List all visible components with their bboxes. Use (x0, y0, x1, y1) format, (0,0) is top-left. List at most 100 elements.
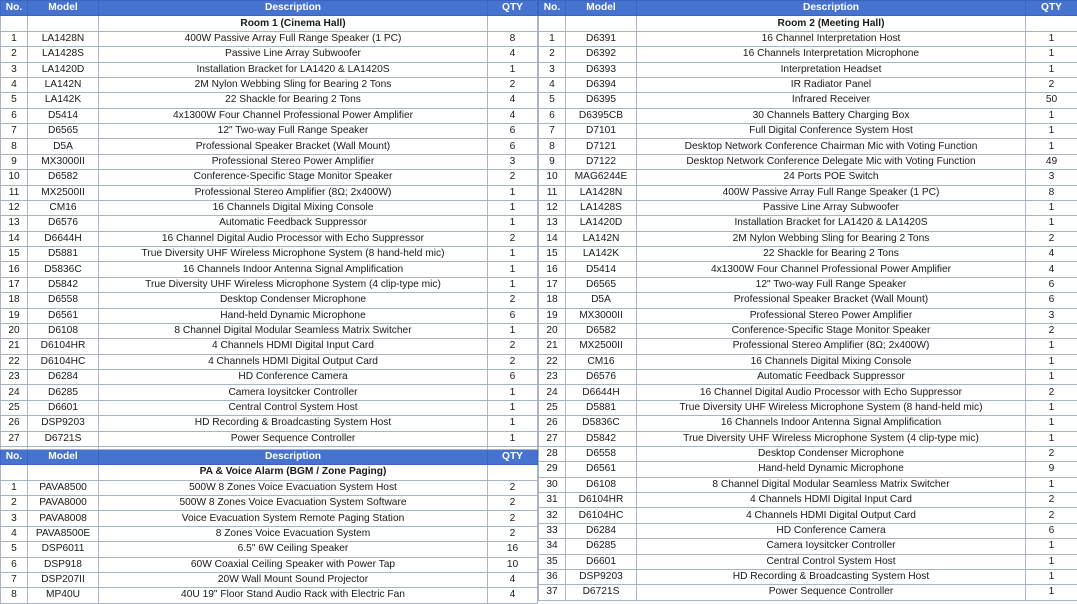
row-number: 25 (1, 400, 28, 415)
table-row: 22CM1616 Channels Digital Mixing Console… (539, 354, 1077, 369)
table-row: 1D639116 Channel Interpretation Host1 (539, 31, 1077, 46)
description-cell: 16 Channel Interpretation Host (637, 31, 1026, 46)
table-row: 26D5836C16 Channels Indoor Antenna Signa… (539, 416, 1077, 431)
qty-cell: 4 (488, 108, 538, 123)
description-cell: 8 Zones Voice Evacuation System (99, 526, 488, 541)
description-cell: True Diversity UHF Wireless Microphone S… (99, 247, 488, 262)
qty-cell: 2 (488, 231, 538, 246)
model-cell: D5A (28, 139, 99, 154)
model-cell: D5414 (28, 108, 99, 123)
description-cell: 22 Shackle for Bearing 2 Tons (637, 247, 1026, 262)
table-row: 23D6284HD Conference Camera6 (1, 370, 538, 385)
table-row: 30D61088 Channel Digital Modular Seamles… (539, 477, 1077, 492)
model-cell: D6284 (566, 523, 637, 538)
qty-cell: 1 (1026, 431, 1077, 446)
description-cell: 500W 8 Zones Voice Evacuation System Hos… (99, 480, 488, 495)
description-cell: 16 Channel Digital Audio Processor with … (99, 231, 488, 246)
description-cell: Conference-Specific Stage Monitor Speake… (637, 323, 1026, 338)
description-cell: HD Recording & Broadcasting System Host (99, 416, 488, 431)
model-cell: D6582 (28, 170, 99, 185)
qty-cell: 1 (1026, 108, 1077, 123)
row-number: 7 (1, 572, 28, 587)
model-cell: LA1428N (28, 31, 99, 46)
description-cell: Desktop Condenser Microphone (637, 446, 1026, 461)
model-cell: LA1428S (28, 47, 99, 62)
description-cell: 500W 8 Zones Voice Evacuation System Sof… (99, 496, 488, 511)
description-cell: 4 Channels HDMI Digital Input Card (99, 339, 488, 354)
model-cell: D6104HR (566, 493, 637, 508)
table-row: 11LA1428N400W Passive Array Full Range S… (539, 185, 1077, 200)
description-cell: Power Sequence Controller (99, 431, 488, 446)
table-row: 8D5AProfessional Speaker Bracket (Wall M… (1, 139, 538, 154)
row-number: 35 (539, 554, 566, 569)
qty-cell: 1 (488, 247, 538, 262)
model-cell: D6601 (566, 554, 637, 569)
qty-column-header: QTY (488, 449, 538, 464)
row-number: 8 (1, 588, 28, 603)
row-number: 11 (1, 185, 28, 200)
row-number: 10 (539, 170, 566, 185)
row-number: 12 (539, 200, 566, 215)
table-row: 2D639216 Channels Interpretation Microph… (539, 47, 1077, 62)
table-row: 2LA1428SPassive Line Array Subwoofer4 (1, 47, 538, 62)
model-cell: LA142K (566, 247, 637, 262)
model-cell: D6561 (566, 462, 637, 477)
model-cell: D6582 (566, 323, 637, 338)
no-column-header: No. (1, 1, 28, 16)
description-cell: Desktop Network Conference Delegate Mic … (637, 154, 1026, 169)
description-cell: HD Conference Camera (637, 523, 1026, 538)
table-row: 34D6285Camera Ioysitcker Controller1 (539, 539, 1077, 554)
qty-cell: 2 (488, 170, 538, 185)
description-cell: Passive Line Array Subwoofer (637, 200, 1026, 215)
model-cell: D5842 (28, 277, 99, 292)
qty-column-header: QTY (488, 1, 538, 16)
description-cell: 30 Channels Battery Charging Box (637, 108, 1026, 123)
table-header-row: No. Model Description QTY (1, 449, 538, 464)
qty-cell: 1 (1026, 124, 1077, 139)
description-cell: 4 Channels HDMI Digital Output Card (99, 354, 488, 369)
row-number: 13 (539, 216, 566, 231)
row-number: 20 (1, 323, 28, 338)
table-row: 1PAVA8500500W 8 Zones Voice Evacuation S… (1, 480, 538, 495)
description-column-header: Description (99, 449, 488, 464)
description-cell: Passive Line Array Subwoofer (99, 47, 488, 62)
row-number: 11 (539, 185, 566, 200)
qty-cell: 2 (488, 526, 538, 541)
qty-cell: 1 (1026, 354, 1077, 369)
qty-cell: 6 (488, 370, 538, 385)
model-cell: D6721S (28, 431, 99, 446)
row-number: 3 (539, 62, 566, 77)
table-row: 15D5881True Diversity UHF Wireless Micro… (1, 247, 538, 262)
model-cell: D6395 (566, 93, 637, 108)
description-cell: True Diversity UHF Wireless Microphone S… (637, 431, 1026, 446)
qty-cell: 4 (488, 588, 538, 603)
table-row: 1LA1428N400W Passive Array Full Range Sp… (1, 31, 538, 46)
qty-cell: 2 (488, 293, 538, 308)
qty-cell: 1 (1026, 539, 1077, 554)
table-row: 26DSP9203HD Recording & Broadcasting Sys… (1, 416, 538, 431)
model-cell: D6721S (566, 585, 637, 600)
model-cell: D6108 (566, 477, 637, 492)
qty-cell: 2 (1026, 323, 1077, 338)
model-cell: D5881 (28, 247, 99, 262)
table-row: 37D6721SPower Sequence Controller1 (539, 585, 1077, 600)
qty-cell: 49 (1026, 154, 1077, 169)
description-cell: 40U 19" Floor Stand Audio Rack with Elec… (99, 588, 488, 603)
description-cell: 4 Channels HDMI Digital Output Card (637, 508, 1026, 523)
table-row: 32D6104HC4 Channels HDMI Digital Output … (539, 508, 1077, 523)
description-cell: 8 Channel Digital Modular Seamless Matri… (99, 323, 488, 338)
model-cell: DSP9203 (566, 569, 637, 584)
row-number: 20 (539, 323, 566, 338)
table-row: 21D6104HR4 Channels HDMI Digital Input C… (1, 339, 538, 354)
qty-cell: 9 (1026, 462, 1077, 477)
table-row: 19D6561Hand-held Dynamic Microphone6 (1, 308, 538, 323)
qty-cell: 1 (488, 216, 538, 231)
model-cell: D6392 (566, 47, 637, 62)
model-cell: D6576 (28, 216, 99, 231)
model-cell: LA142K (28, 93, 99, 108)
description-cell: Conference-Specific Stage Monitor Speake… (99, 170, 488, 185)
row-number: 34 (539, 539, 566, 554)
description-cell: Professional Speaker Bracket (Wall Mount… (99, 139, 488, 154)
table-row: 3PAVA8008Voice Evacuation System Remote … (1, 511, 538, 526)
description-cell: Central Control System Host (99, 400, 488, 415)
